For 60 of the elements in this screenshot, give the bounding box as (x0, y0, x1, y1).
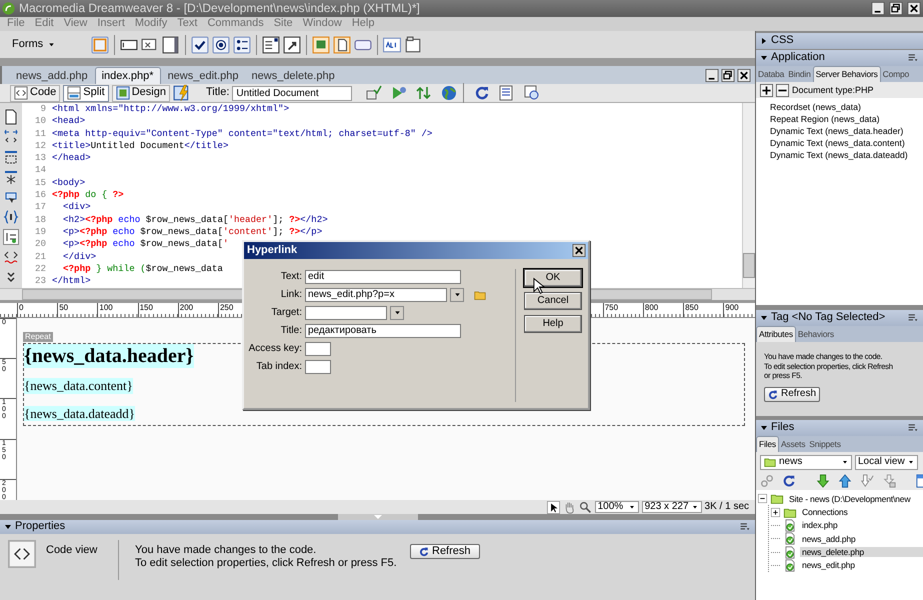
panel-title: CSS (771, 34, 794, 48)
title-label: Title: (206, 86, 230, 100)
line-number: 23 (34, 275, 47, 288)
code-line: <html xmlns="http://www.w3.org/1999/xhtml"> (52, 103, 290, 116)
line-number: 20 (34, 238, 47, 251)
dynamic-text: {news_data.content} (24, 378, 133, 394)
ruler-label: 200 (178, 303, 218, 317)
field-label: Access key: (248, 342, 302, 354)
dialog-title: Hyperlink (247, 244, 298, 258)
mode-label: Code view (46, 544, 98, 558)
document-type: Document type:PHP (792, 84, 874, 96)
panel-title: Application (771, 51, 825, 65)
field-label: Tab index: (255, 360, 302, 372)
field-label: Target: (270, 306, 302, 318)
window-title: Macromedia Dreamweaver 8 - [D:\Development\news\index.php (XHTML)*] (19, 1, 420, 16)
code-line: <head> (52, 115, 86, 128)
ruler-label: 800 (642, 303, 684, 317)
code-line: <h2><?php echo $row_news_data['header']; ?></h2> (62, 214, 328, 226)
field-label: Text: (280, 270, 302, 282)
line-number: 19 (34, 226, 47, 238)
code-line: <?php do { ?> (52, 189, 124, 202)
ruler-label: 50 (57, 303, 98, 317)
code-line: <p><?php echo $row_news_data[' (62, 238, 228, 251)
code-line: <title>Untitled Document</title> (52, 140, 228, 152)
ruler-label: 750 (602, 303, 643, 317)
line-number: 21 (34, 250, 47, 263)
code-line: <?php } while ($row_news_data (62, 262, 223, 276)
code-line: <p><?php echo $row_news_data['content']; ?></p> (62, 226, 322, 238)
panel-title: Properties (15, 520, 66, 534)
panel-title: Files (771, 421, 794, 435)
ruler-label: 100 (97, 303, 138, 317)
line-number: 12 (34, 140, 47, 152)
code-line: <meta http-equiv="Content-Type" content="text/html; charset=utf-8" /> (52, 128, 432, 140)
line-number: 14 (34, 164, 47, 177)
line-number: 11 (34, 128, 47, 140)
line-number: 16 (34, 189, 47, 202)
line-number: 10 (34, 115, 47, 128)
line-number: 17 (34, 201, 47, 214)
download-size: 3K / 1 sec (704, 501, 749, 513)
ruler-label: 0 (17, 303, 58, 317)
line-number: 22 (34, 262, 47, 276)
ruler-label: 150 (138, 303, 178, 317)
code-line: </head> (52, 152, 91, 164)
ruler-label: 850 (683, 303, 724, 317)
code-line: </div> (62, 250, 96, 263)
field-label: Title: (280, 324, 302, 336)
repeat-region-tag: Repeat (23, 332, 53, 342)
dynamic-text: {news_data.header} (24, 344, 194, 368)
code-line: <div> (62, 201, 91, 214)
dynamic-text: {news_data.dateadd} (24, 406, 136, 422)
line-number: 15 (34, 176, 47, 190)
message-text: You have made changes to the code. (135, 544, 318, 558)
line-number: 9 (39, 103, 47, 116)
line-number: 18 (34, 214, 47, 226)
line-number: 13 (34, 152, 47, 164)
field-label: Link: (280, 288, 302, 300)
code-line: </html> (52, 275, 91, 288)
message-text: To edit selection properties, click Refresh or press F5. (135, 557, 398, 570)
panel-title: Tag <No Tag Selected> (771, 311, 886, 325)
code-line: <body> (52, 176, 86, 190)
